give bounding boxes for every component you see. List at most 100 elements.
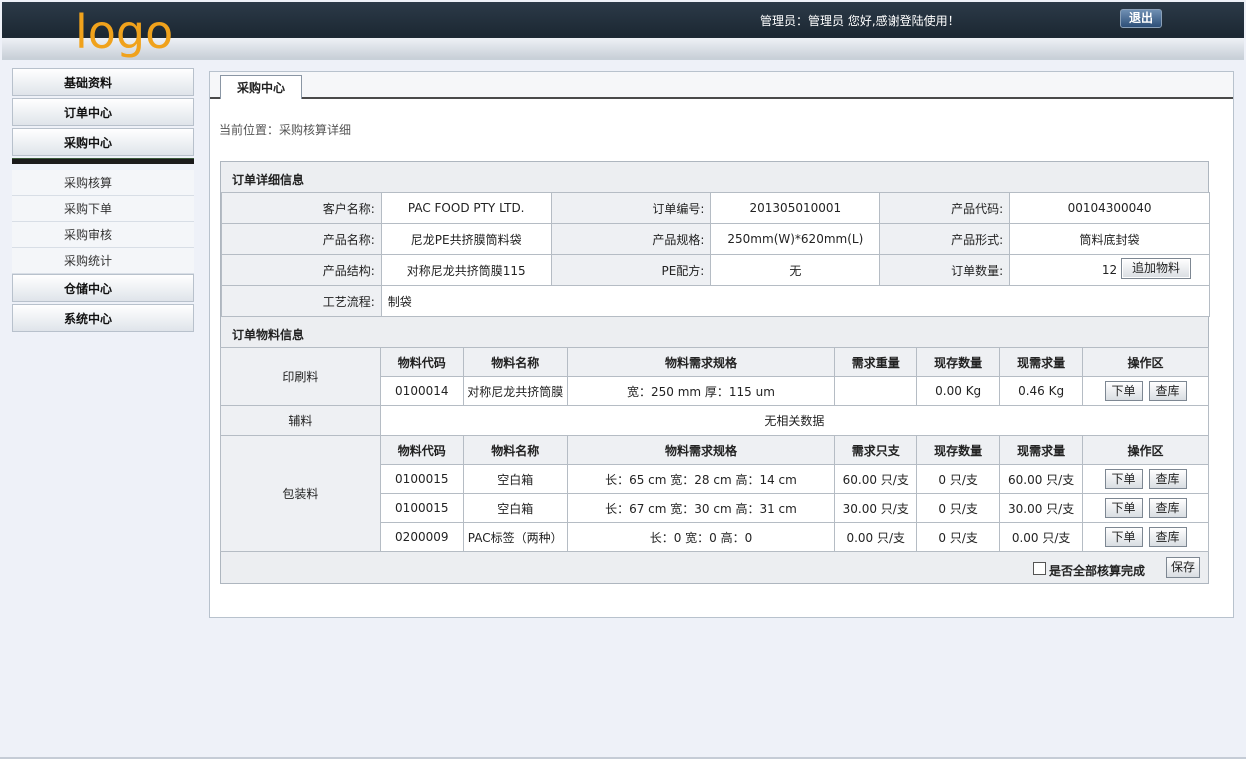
order-quantity-label: 订单数量: <box>879 254 1011 286</box>
save-button[interactable]: 保存 <box>1166 557 1200 578</box>
material-now: 0.46 Kg <box>999 376 1084 406</box>
order-button[interactable]: 下单 <box>1104 381 1143 401</box>
product-form-value: 筒料底封袋 <box>1009 223 1210 255</box>
aux-category: 辅料 <box>220 405 381 436</box>
product-code-label: 产品代码: <box>879 192 1011 224</box>
product-spec-value: 250mm(W)*620mm(L) <box>710 223 881 255</box>
order-info-title: 订单详细信息 <box>232 173 305 187</box>
material-code: 0100015 <box>379 464 464 494</box>
material-need: 0.00 只/支 <box>834 522 918 552</box>
material-now: 0.00 只/支 <box>999 522 1084 552</box>
action-cell: 下单 查库 <box>1082 464 1209 494</box>
material-stock: 0.00 Kg <box>916 376 1001 406</box>
material-code: 0100014 <box>379 376 464 406</box>
complete-checkbox[interactable] <box>1033 562 1046 575</box>
material-stock: 0 只/支 <box>916 522 1001 552</box>
welcome-text: 管理员：管理员 您好,感谢登陆使用！ <box>760 14 960 28</box>
material-name: 空白箱 <box>462 493 568 523</box>
check-stock-button[interactable]: 查库 <box>1148 469 1187 489</box>
process-value: 制袋 <box>380 285 1211 317</box>
panel-footer: 是否全部核算完成 保存 <box>220 554 1209 584</box>
pe-formula-value: 无 <box>710 254 881 286</box>
check-stock-button[interactable]: 查库 <box>1148 381 1187 401</box>
product-form-label: 产品形式: <box>879 223 1011 255</box>
materials-table: 印刷料 物料代码 物料名称 物料需求规格 需求重量 现存数量 现需求量 操作区 … <box>220 347 1210 552</box>
nav-purchase-center[interactable]: 采购中心 <box>12 128 194 156</box>
material-stock: 0 只/支 <box>916 464 1001 494</box>
nav-sub-purchase-calc[interactable]: 采购核算 <box>12 170 194 196</box>
material-spec: 长：0 宽：0 高：0 <box>566 522 836 552</box>
main-content: 采购中心 当前位置：采购核算详细 订单详细信息 客户名称: PAC FOOD P… <box>209 71 1234 618</box>
nav-order-center[interactable]: 订单中心 <box>12 98 194 126</box>
col-header: 操作区 <box>1082 435 1209 465</box>
product-structure-label: 产品结构: <box>221 254 382 286</box>
material-code: 0200009 <box>379 522 464 552</box>
material-spec: 长：65 cm 宽：28 cm 高：14 cm <box>566 464 836 494</box>
material-need: 30.00 只/支 <box>834 493 918 523</box>
top-header <box>2 2 1244 60</box>
nav-warehouse-center[interactable]: 仓储中心 <box>12 274 194 302</box>
action-cell: 下单 查库 <box>1082 376 1209 406</box>
product-code-value: 00104300040 <box>1009 192 1210 224</box>
nav-sub-purchase-review[interactable]: 采购审核 <box>12 222 194 248</box>
breadcrumb: 当前位置：采购核算详细 <box>219 123 352 137</box>
complete-label: 是否全部核算完成 <box>1049 564 1146 578</box>
logo: logo <box>75 5 174 59</box>
col-header: 物料需求规格 <box>566 347 836 377</box>
material-need <box>834 376 918 406</box>
order-button[interactable]: 下单 <box>1104 498 1143 518</box>
print-category: 印刷料 <box>220 347 381 406</box>
col-header: 物料代码 <box>379 347 464 377</box>
logout-button[interactable]: 退出 <box>1120 9 1162 28</box>
table-row: 印刷料 物料代码 物料名称 物料需求规格 需求重量 现存数量 现需求量 操作区 <box>220 347 1209 406</box>
col-header: 物料需求规格 <box>566 435 836 465</box>
order-button[interactable]: 下单 <box>1104 527 1143 547</box>
nav-separator <box>12 158 194 164</box>
order-button[interactable]: 下单 <box>1104 469 1143 489</box>
table-row: 辅料 无相关数据 <box>220 405 1210 436</box>
col-header: 需求重量 <box>834 347 918 377</box>
nav-sub-purchase-stats[interactable]: 采购统计 <box>12 248 194 274</box>
material-need: 60.00 只/支 <box>834 464 918 494</box>
col-header: 现需求量 <box>999 435 1084 465</box>
nav-system-center[interactable]: 系统中心 <box>12 304 194 332</box>
add-material-button[interactable]: 追加物料 <box>1121 258 1191 279</box>
action-cell: 下单 查库 <box>1082 522 1209 552</box>
table-row: 产品名称: 尼龙PE共挤膜筒料袋 产品规格: 250mm(W)*620mm(L)… <box>221 223 1210 255</box>
material-spec: 宽：250 mm 厚：115 um <box>566 376 836 406</box>
product-spec-label: 产品规格: <box>550 223 712 255</box>
table-row: 工艺流程: 制袋 <box>221 285 1211 317</box>
table-row: 包装料 物料代码 物料名称 物料需求规格 需求只支 现存数量 现需求量 操作区 <box>220 435 1209 552</box>
product-name-value: 尼龙PE共挤膜筒料袋 <box>380 223 552 255</box>
col-header: 现需求量 <box>999 347 1084 377</box>
col-header: 需求只支 <box>834 435 918 465</box>
order-number-value: 201305010001 <box>710 192 881 224</box>
tab-bar: 采购中心 <box>210 72 1233 100</box>
product-structure-value: 对称尼龙共挤筒膜115 <box>380 254 552 286</box>
nav-basic-data[interactable]: 基础资料 <box>12 68 194 96</box>
nav-sub-purchase-order[interactable]: 采购下单 <box>12 196 194 222</box>
tab-purchase-center[interactable]: 采购中心 <box>220 75 302 100</box>
col-header: 物料代码 <box>379 435 464 465</box>
materials-title: 订单物料信息 <box>232 328 305 342</box>
col-header: 物料名称 <box>462 347 568 377</box>
header-strip <box>2 38 1244 58</box>
material-now: 60.00 只/支 <box>999 464 1084 494</box>
check-stock-button[interactable]: 查库 <box>1148 527 1187 547</box>
check-stock-button[interactable]: 查库 <box>1148 498 1187 518</box>
order-number-label: 订单编号: <box>550 192 712 224</box>
material-name: 对称尼龙共挤筒膜 <box>462 376 568 406</box>
pack-category: 包装料 <box>220 435 381 552</box>
material-now: 30.00 只/支 <box>999 493 1084 523</box>
col-header: 操作区 <box>1082 347 1209 377</box>
customer-name-label: 客户名称: <box>221 192 382 224</box>
material-stock: 0 只/支 <box>916 493 1001 523</box>
order-info-table: 客户名称: PAC FOOD PTY LTD. 订单编号: 2013050100… <box>221 192 1211 317</box>
customer-name-value: PAC FOOD PTY LTD. <box>380 192 552 224</box>
col-header: 现存数量 <box>916 347 1001 377</box>
sidebar: 基础资料 订单中心 采购中心 采购核算 采购下单 采购审核 采购统计 仓储中心 … <box>12 68 194 334</box>
no-data-text: 无相关数据 <box>379 405 1210 436</box>
table-row: 产品结构: 对称尼龙共挤筒膜115 PE配方: 无 订单数量: 12 <box>221 254 1210 286</box>
col-header: 现存数量 <box>916 435 1001 465</box>
product-name-label: 产品名称: <box>221 223 382 255</box>
